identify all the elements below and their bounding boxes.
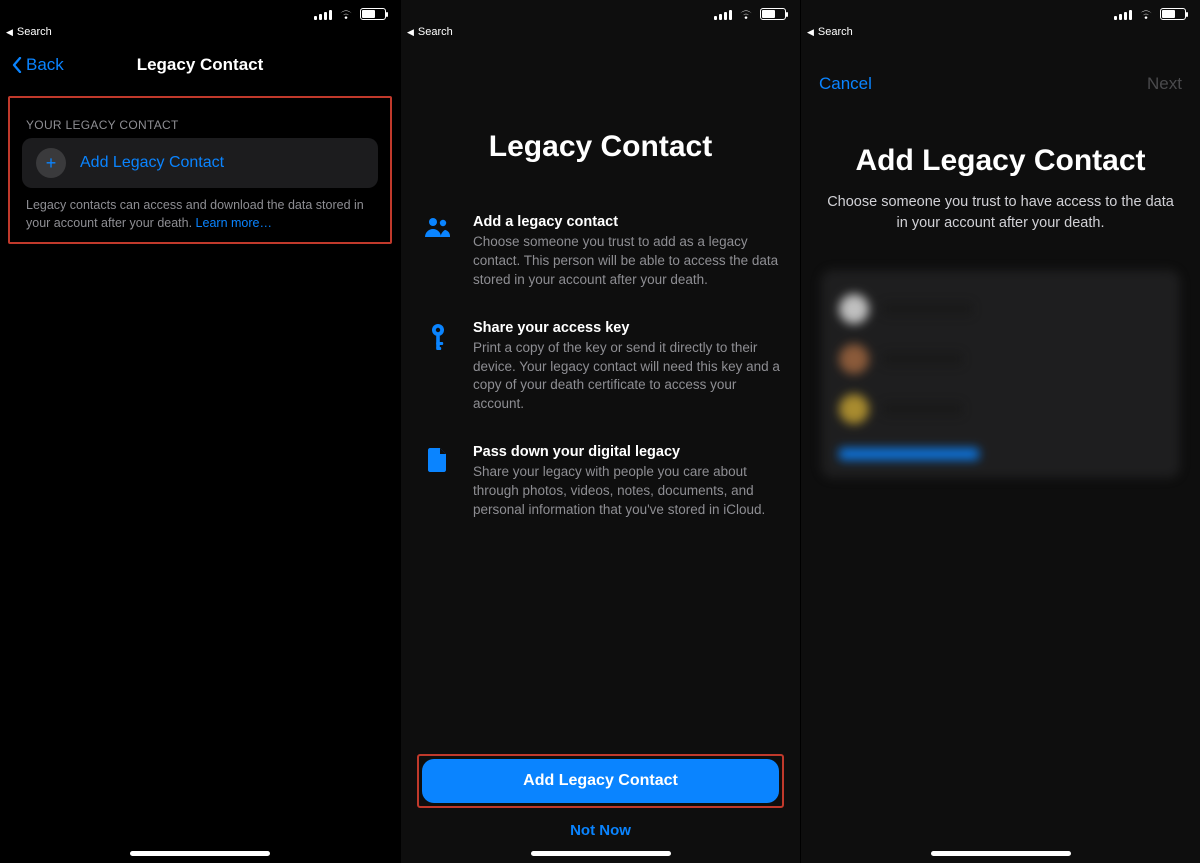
info-heading: Share your access key xyxy=(473,320,780,336)
status-bar xyxy=(801,4,1200,24)
section-header: YOUR LEGACY CONTACT xyxy=(10,102,390,138)
battery-icon xyxy=(760,8,786,20)
avatar xyxy=(839,394,869,424)
battery-icon xyxy=(360,8,386,20)
status-bar xyxy=(0,4,400,24)
nav-bar: Cancel Next xyxy=(801,44,1200,94)
learn-more-link[interactable]: Learn more… xyxy=(196,216,272,230)
wifi-icon xyxy=(338,8,354,20)
cellular-signal-icon xyxy=(1114,8,1132,20)
info-row-share-key: Share your access key Print a copy of th… xyxy=(421,320,780,415)
contact-name-redacted xyxy=(883,302,973,316)
back-button[interactable]: Back xyxy=(12,55,64,75)
breadcrumb-label: Search xyxy=(818,26,853,38)
key-icon xyxy=(421,320,455,352)
breadcrumb-back-to-search[interactable]: ◀ Search xyxy=(401,24,800,44)
breadcrumb-label: Search xyxy=(418,26,453,38)
triangle-left-icon: ◀ xyxy=(6,27,13,38)
people-icon xyxy=(421,214,455,238)
cancel-button[interactable]: Cancel xyxy=(819,74,872,94)
breadcrumb-back-to-search[interactable]: ◀ Search xyxy=(801,24,1200,44)
plus-icon: + xyxy=(36,148,66,178)
not-now-button[interactable]: Not Now xyxy=(417,822,784,839)
back-label: Back xyxy=(26,55,64,75)
battery-icon xyxy=(1160,8,1186,20)
info-heading: Pass down your digital legacy xyxy=(473,444,780,460)
screen-legacy-contact-settings: ◀ Search Back Legacy Contact YOUR LEGACY… xyxy=(0,0,400,863)
wifi-icon xyxy=(1138,8,1154,20)
home-indicator[interactable] xyxy=(531,851,671,856)
next-button-disabled: Next xyxy=(1147,74,1182,94)
highlight-annotation: YOUR LEGACY CONTACT + Add Legacy Contact… xyxy=(8,96,392,244)
info-desc: Choose someone you trust to add as a leg… xyxy=(473,233,780,290)
cellular-signal-icon xyxy=(714,8,732,20)
contact-row[interactable] xyxy=(835,284,1166,334)
avatar xyxy=(839,294,869,324)
add-legacy-contact-label: Add Legacy Contact xyxy=(80,154,224,172)
section-footer: Legacy contacts can access and download … xyxy=(10,188,390,232)
contacts-card-blurred xyxy=(821,270,1180,478)
contact-row[interactable] xyxy=(835,384,1166,434)
contact-row[interactable] xyxy=(835,334,1166,384)
info-row-add-contact: Add a legacy contact Choose someone you … xyxy=(421,214,780,290)
page-title: Legacy Contact xyxy=(421,130,780,164)
screen-legacy-contact-intro: ◀ Search Legacy Contact Add a legacy con… xyxy=(400,0,800,863)
info-row-digital-legacy: Pass down your digital legacy Share your… xyxy=(421,444,780,520)
triangle-left-icon: ◀ xyxy=(807,27,814,38)
home-indicator[interactable] xyxy=(931,851,1071,856)
avatar xyxy=(839,344,869,374)
status-bar xyxy=(401,4,800,24)
triangle-left-icon: ◀ xyxy=(407,27,414,38)
contact-name-redacted xyxy=(883,402,963,416)
add-legacy-contact-cell[interactable]: + Add Legacy Contact xyxy=(22,138,378,188)
page-title: Add Legacy Contact xyxy=(821,144,1180,178)
contact-name-redacted xyxy=(883,352,963,366)
cellular-signal-icon xyxy=(314,8,332,20)
highlight-annotation: Add Legacy Contact xyxy=(417,754,784,808)
info-desc: Print a copy of the key or send it direc… xyxy=(473,339,780,415)
wifi-icon xyxy=(738,8,754,20)
info-list: Add a legacy contact Choose someone you … xyxy=(421,214,780,520)
screen-choose-contact: ◀ Search Cancel Next Add Legacy Contact … xyxy=(800,0,1200,863)
add-legacy-contact-button[interactable]: Add Legacy Contact xyxy=(422,759,779,803)
nav-bar: Back Legacy Contact xyxy=(0,44,400,86)
document-icon xyxy=(421,444,455,474)
info-desc: Share your legacy with people you care a… xyxy=(473,463,780,520)
breadcrumb-back-to-search[interactable]: ◀ Search xyxy=(0,24,400,44)
choose-other-link-redacted[interactable] xyxy=(839,448,979,460)
page-subtitle: Choose someone you trust to have access … xyxy=(821,192,1180,234)
legacy-contact-list: + Add Legacy Contact xyxy=(22,138,378,188)
info-heading: Add a legacy contact xyxy=(473,214,780,230)
breadcrumb-label: Search xyxy=(17,26,52,38)
chevron-left-icon xyxy=(12,57,22,73)
home-indicator[interactable] xyxy=(130,851,270,856)
